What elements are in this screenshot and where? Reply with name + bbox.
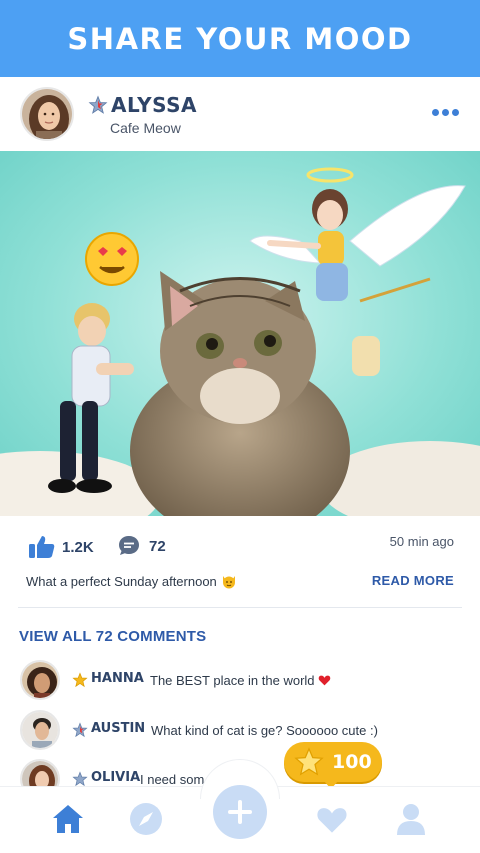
banner-title: SHARE YOUR MOOD — [67, 21, 413, 56]
post-caption-text: What a perfect Sunday afternoon — [26, 573, 217, 589]
comments-count: 72 — [149, 537, 166, 555]
bottom-nav — [0, 759, 480, 853]
heart-icon — [317, 808, 347, 833]
comment-author[interactable]: OLIVIA — [91, 770, 140, 785]
comment-avatar[interactable] — [20, 660, 60, 700]
add-post-button[interactable] — [213, 785, 267, 839]
more-dot-icon — [431, 108, 439, 116]
comment-text: The BEST place in the world — [150, 673, 331, 688]
post-header: ALYSSA Cafe Meow — [0, 77, 480, 151]
post-location[interactable]: Cafe Meow — [110, 120, 181, 136]
post-caption: What a perfect Sunday afternoon — [26, 573, 237, 589]
more-dot-icon — [451, 108, 459, 116]
comments-button[interactable]: 72 — [117, 534, 166, 558]
comment-item[interactable]: AUSTIN What kind of cat is ge? Soooooo c… — [0, 710, 480, 750]
silver-star-icon — [88, 95, 108, 114]
profile-icon — [397, 804, 425, 835]
post-author[interactable]: ALYSSA — [88, 93, 197, 117]
nav-explore[interactable] — [128, 801, 164, 837]
view-all-comments-link[interactable]: VIEW ALL 72 COMMENTS — [19, 628, 206, 645]
like-button[interactable]: 1.2K — [28, 534, 94, 560]
read-more-link[interactable]: READ MORE — [372, 573, 454, 588]
likes-count: 1.2K — [62, 538, 94, 556]
more-options-button[interactable] — [430, 105, 460, 119]
nav-favorites[interactable] — [314, 801, 350, 837]
comment-avatar[interactable] — [20, 710, 60, 750]
comment-text-content: The BEST place in the world — [150, 673, 315, 688]
comment-text: I need som — [140, 772, 205, 787]
comment-text: What kind of cat is ge? Soooooo cute :) — [151, 723, 378, 738]
thumbs-up-icon — [29, 536, 55, 558]
divider — [18, 607, 462, 608]
post-time: 50 min ago — [389, 534, 454, 549]
comment-bubble-icon — [119, 536, 139, 555]
heart-emoji-icon — [318, 675, 331, 686]
cat-face-emoji-icon — [222, 576, 235, 589]
post-stats: 1.2K 72 50 min ago — [0, 516, 480, 576]
post-image[interactable] — [0, 151, 480, 516]
avatar[interactable] — [20, 87, 74, 141]
post-author-name: ALYSSA — [111, 93, 197, 117]
silver-star-icon — [72, 771, 88, 787]
comment-author[interactable]: AUSTIN — [91, 721, 145, 736]
plus-icon — [228, 800, 252, 824]
coin-count: 100 — [332, 751, 372, 773]
star-coin-icon — [294, 747, 324, 776]
more-dot-icon — [441, 108, 449, 116]
nav-home[interactable] — [50, 801, 86, 837]
comment-author[interactable]: HANNA — [91, 671, 144, 686]
coin-reward-badge[interactable]: 100 — [284, 742, 382, 782]
red-star-icon — [72, 722, 88, 738]
home-icon — [53, 805, 83, 833]
compass-icon — [130, 803, 162, 835]
comment-item[interactable]: HANNA The BEST place in the world — [0, 660, 480, 700]
gold-star-icon — [72, 672, 88, 688]
top-banner: SHARE YOUR MOOD — [0, 0, 480, 77]
nav-profile[interactable] — [393, 801, 429, 837]
